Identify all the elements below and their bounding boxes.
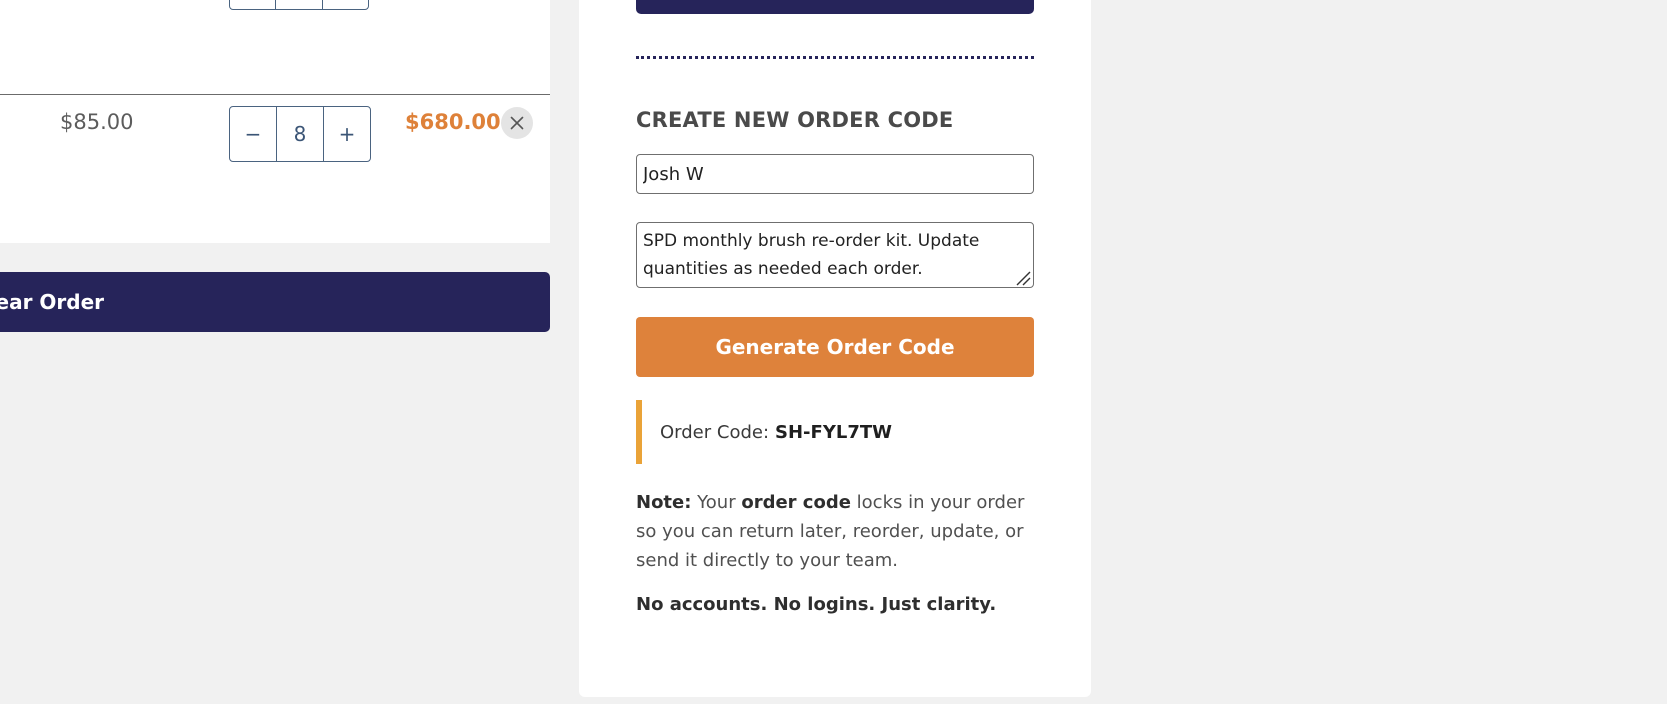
close-icon bbox=[510, 116, 524, 130]
line-total: $680.00 bbox=[405, 110, 501, 134]
clear-order-label: Clear Order bbox=[0, 290, 105, 314]
order-code-value: SH-FYL7TW bbox=[775, 421, 892, 443]
quantity-stepper[interactable]: − 8 + bbox=[229, 106, 371, 162]
top-action-button[interactable] bbox=[636, 0, 1034, 14]
quantity-value[interactable]: 8 bbox=[277, 107, 324, 161]
decrease-quantity-button[interactable]: − bbox=[230, 107, 277, 161]
previous-row-quantity-stepper[interactable] bbox=[229, 0, 369, 10]
order-code-callout: Order Code: SH-FYL7TW bbox=[636, 400, 1034, 464]
order-code-panel: CREATE NEW ORDER CODE SPD monthly brush … bbox=[579, 0, 1091, 697]
dotted-divider bbox=[636, 56, 1034, 59]
generate-order-code-button[interactable]: Generate Order Code bbox=[636, 317, 1034, 377]
name-input[interactable] bbox=[636, 154, 1034, 194]
note-emphasis: order code bbox=[741, 492, 851, 513]
notes-textarea[interactable]: SPD monthly brush re-order kit. Update q… bbox=[636, 222, 1034, 288]
row-divider bbox=[0, 94, 550, 95]
unit-price: $85.00 bbox=[60, 110, 134, 134]
increase-quantity-button[interactable]: + bbox=[324, 107, 370, 161]
note-lead: Note: bbox=[636, 492, 692, 513]
remove-item-button[interactable] bbox=[501, 107, 533, 139]
create-order-code-heading: CREATE NEW ORDER CODE bbox=[636, 108, 954, 132]
note-part-1: Your bbox=[691, 492, 742, 513]
order-code-label: Order Code: bbox=[660, 421, 770, 443]
cart-panel: $85.00 − 8 + $680.00 bbox=[0, 0, 550, 243]
previous-row-quantity[interactable] bbox=[276, 0, 323, 9]
clear-order-button[interactable]: Clear Order bbox=[0, 272, 550, 332]
tagline: No accounts. No logins. Just clarity. bbox=[636, 594, 997, 615]
previous-row-increase[interactable] bbox=[323, 0, 368, 9]
order-code-note: Note: Your order code locks in your orde… bbox=[636, 488, 1036, 575]
previous-row-decrease[interactable] bbox=[230, 0, 277, 9]
resize-grip-icon[interactable] bbox=[1015, 270, 1031, 286]
